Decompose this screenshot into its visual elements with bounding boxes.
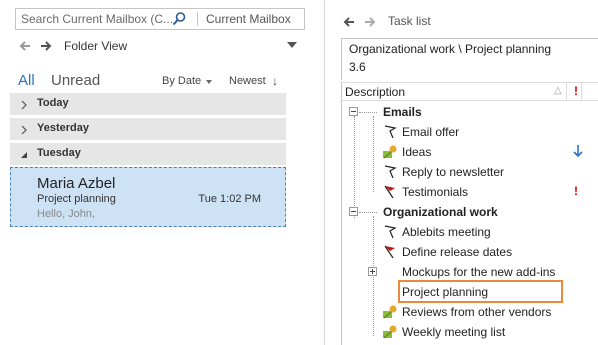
mail-item-selected[interactable]: Maria Azbel Project planning Tue 1:02 PM… (10, 167, 286, 227)
sort-order-toggle[interactable]: Newest (229, 75, 266, 87)
task-label: Email offer (402, 125, 460, 139)
flag-outline-icon (382, 164, 398, 180)
flag-red-icon (382, 244, 398, 260)
mail-subject: Project planning (37, 193, 116, 205)
filter-unread-tab[interactable]: Unread (51, 72, 100, 89)
filter-all-tab[interactable]: All (18, 72, 35, 89)
collapse-arrow-icon[interactable] (19, 149, 29, 159)
selection-highlight (398, 280, 563, 303)
task-row[interactable]: Mockups for the new add-ins (342, 262, 598, 282)
collapse-icon[interactable] (349, 207, 358, 216)
task-list-navigation: Task list (341, 14, 591, 30)
sort-caret-icon (206, 80, 212, 84)
flag-outline-icon (382, 124, 398, 140)
column-separator[interactable] (566, 83, 567, 101)
sort-by-dropdown[interactable]: By Date (162, 75, 201, 87)
group-today[interactable]: Today (10, 93, 286, 115)
task-note-icon (382, 144, 398, 160)
mail-time: Tue 1:02 PM (198, 193, 261, 205)
task-label: Testimonials (402, 185, 469, 199)
back-arrow-icon[interactable] (19, 40, 31, 52)
forward-arrow-icon[interactable] (364, 16, 376, 28)
group-label: Tuesday (37, 147, 81, 159)
low-importance-icon (572, 144, 584, 158)
task-path: Organizational work \ Project planning (349, 42, 552, 56)
flag-red-icon (382, 184, 398, 200)
chevron-down-icon[interactable] (287, 42, 297, 48)
back-arrow-icon[interactable] (343, 16, 355, 28)
task-label: Define release dates (402, 245, 513, 259)
task-label: Ideas (402, 145, 432, 159)
column-flag[interactable]: △ (554, 85, 562, 96)
task-list-pane: Task list Organizational work \ Project … (325, 0, 598, 345)
task-path-value: 3.6 (349, 60, 366, 74)
search-divider (197, 12, 198, 26)
flag-outline-icon (382, 224, 398, 240)
task-label: Weekly meeting list (402, 325, 506, 339)
task-label: Mockups for the new add-ins (402, 265, 556, 279)
folder-view-label[interactable]: Folder View (64, 39, 127, 53)
group-label: Today (37, 97, 69, 109)
search-scope-dropdown[interactable]: Current Mailbox (206, 12, 291, 26)
collapse-icon[interactable] (349, 107, 358, 116)
expand-arrow-icon[interactable] (19, 124, 29, 135)
search-input[interactable] (16, 9, 174, 29)
task-row[interactable]: Email offer (342, 122, 598, 142)
section-label: Organizational work (383, 205, 498, 219)
task-list-title: Task list (388, 14, 431, 28)
group-yesterday[interactable]: Yesterday (10, 118, 286, 140)
column-separator[interactable] (581, 83, 582, 101)
grid-header: Description △ ! (342, 82, 598, 101)
task-label: Reviews from other vendors (402, 305, 552, 319)
sort-direction-icon[interactable]: ↓ (272, 74, 278, 88)
forward-arrow-icon[interactable] (40, 40, 52, 52)
search-icon[interactable] (171, 11, 187, 27)
column-description[interactable]: Description (345, 85, 405, 99)
mail-preview: Hello, John, (37, 208, 96, 220)
task-grid: Description △ ! Emails Email offer Ideas (341, 82, 598, 345)
column-importance[interactable]: ! (574, 84, 578, 98)
group-label: Yesterday (37, 122, 89, 134)
task-note-icon (382, 324, 398, 340)
tree-section-organizational-work[interactable]: Organizational work (342, 202, 598, 222)
task-row[interactable]: Ideas (342, 142, 598, 162)
mail-pane: Current Mailbox Folder View All Unread B… (0, 0, 305, 345)
high-importance-icon: ! (574, 184, 578, 198)
task-row[interactable]: Reply to newsletter (342, 162, 598, 182)
folder-navigation: Folder View (15, 38, 300, 56)
mail-filter-bar: All Unread By Date Newest ↓ (18, 72, 288, 92)
task-row[interactable]: Weekly meeting list (342, 322, 598, 342)
tree-section-emails[interactable]: Emails (342, 102, 598, 122)
expand-icon[interactable] (368, 267, 377, 276)
task-note-icon (382, 304, 398, 320)
section-label: Emails (383, 105, 422, 119)
group-tuesday[interactable]: Tuesday (10, 143, 286, 165)
task-row[interactable]: Define release dates (342, 242, 598, 262)
task-row[interactable]: Testimonials ! (342, 182, 598, 202)
task-label: Ablebits meeting (402, 225, 491, 239)
task-row[interactable]: Reviews from other vendors (342, 302, 598, 322)
expand-arrow-icon[interactable] (19, 99, 29, 110)
mail-sender: Maria Azbel (37, 175, 116, 192)
search-box: Current Mailbox (15, 8, 305, 30)
task-path-box: Organizational work \ Project planning 3… (341, 38, 598, 80)
task-label: Reply to newsletter (402, 165, 505, 179)
task-row[interactable]: Ablebits meeting (342, 222, 598, 242)
